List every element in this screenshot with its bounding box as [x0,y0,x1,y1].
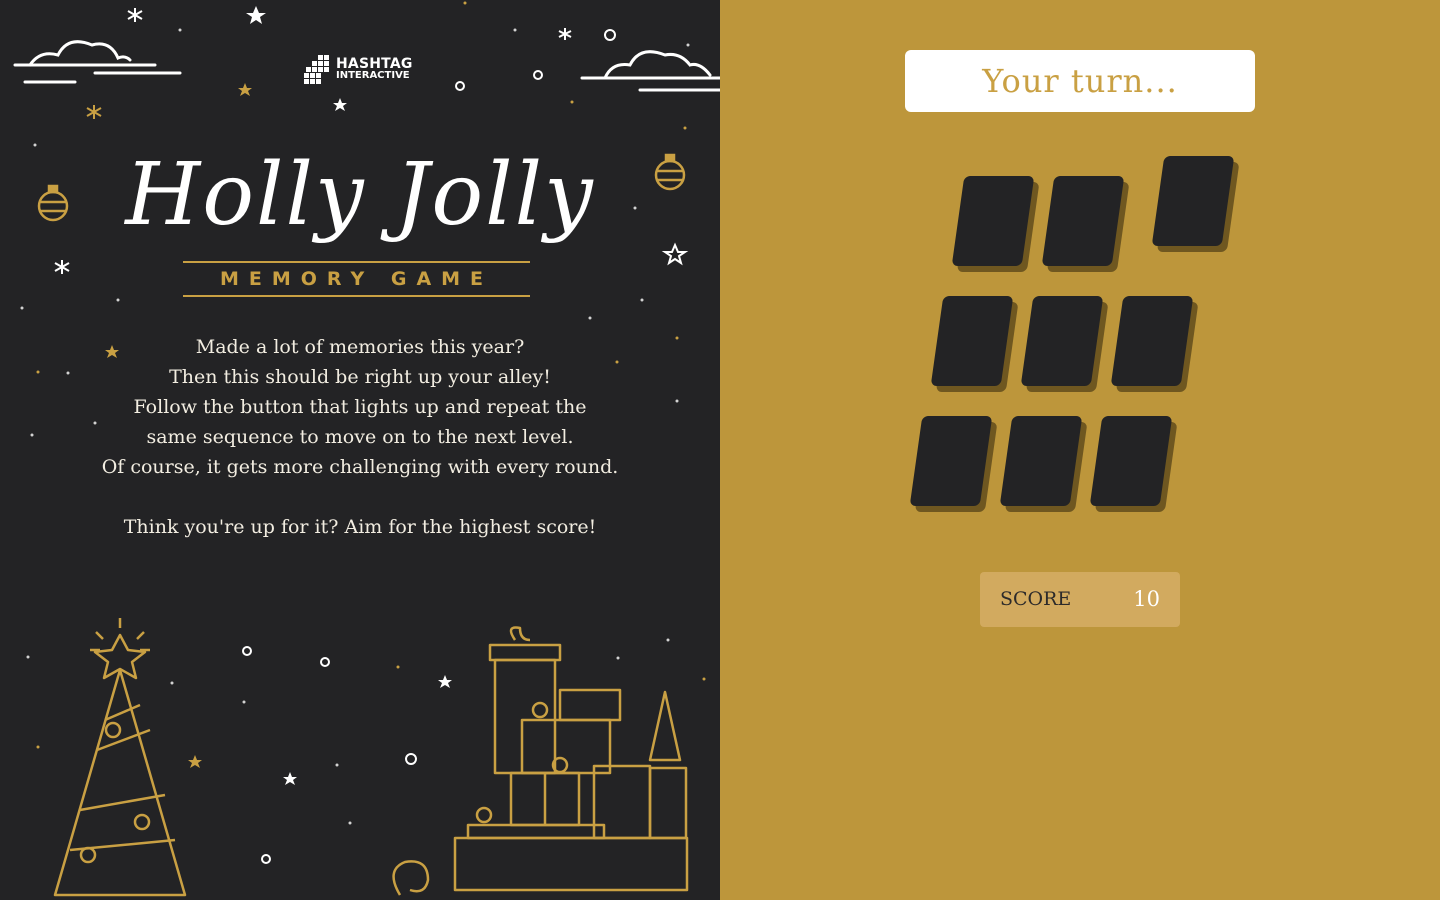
intro-line: Follow the button that lights up and rep… [133,396,587,418]
memory-card-8[interactable] [999,416,1083,506]
memory-card-4[interactable] [930,296,1014,386]
star-icon [86,105,102,119]
intro-line: Of course, it gets more challenging with… [101,456,619,478]
score-label: SCORE [1000,588,1072,610]
memory-card-9[interactable] [1089,416,1173,506]
memory-card-3[interactable] [1151,156,1235,246]
intro-line: Made a lot of memories this year? [195,336,525,358]
christmas-tree-icon [53,618,187,897]
intro-line: Then this should be right up your alley! [169,366,551,388]
gift-stack-icon [392,626,689,896]
memory-card-6[interactable] [1110,296,1194,386]
cloud-icon [580,50,720,92]
brand-name: HASHTAG [336,56,413,72]
hashtag-logo-icon [304,55,329,84]
memory-card-5[interactable] [1020,296,1104,386]
memory-card-2[interactable] [1041,176,1125,266]
intro-panel: HASHTAG INTERACTIVE Holly Jolly MEMORY G… [0,0,720,900]
page-subtitle: MEMORY GAME [183,261,530,297]
memory-card-7[interactable] [909,416,993,506]
page-title: Holly Jolly [125,145,595,245]
intro-line: same sequence to move on to the next lev… [146,426,574,448]
game-panel [720,0,1440,900]
turn-status: Your turn... [905,50,1255,112]
intro-text: Made a lot of memories this year? Then t… [60,332,660,542]
brand-subname: INTERACTIVE [336,70,410,81]
intro-cta: Think you're up for it? Aim for the high… [123,516,597,538]
hashtag-logo[interactable]: HASHTAG INTERACTIVE [304,55,413,85]
cloud-icon [13,40,182,84]
score-value: 10 [1133,587,1160,611]
score-panel: SCORE 10 [980,572,1180,627]
memory-card-1[interactable] [951,176,1035,266]
